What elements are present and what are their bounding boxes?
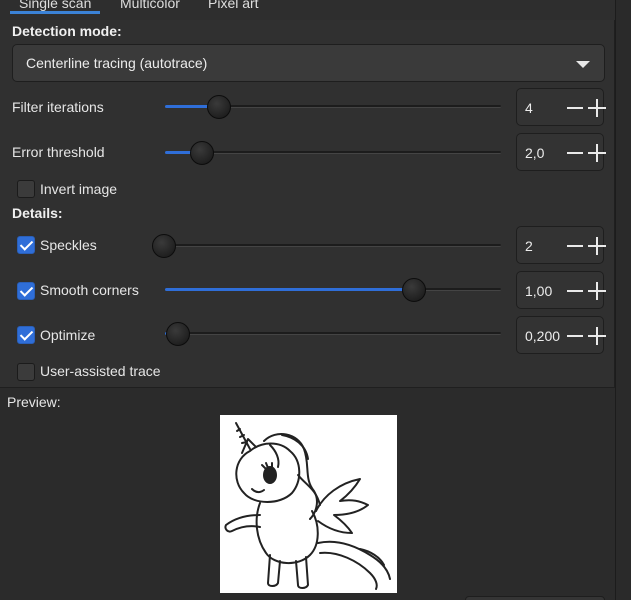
optimize-checkbox[interactable] — [17, 326, 35, 344]
slider-thumb[interactable] — [190, 141, 214, 165]
plus-icon[interactable] — [588, 144, 606, 162]
smooth-corners-slider[interactable] — [165, 278, 501, 302]
smooth-corners-label: Smooth corners — [40, 282, 139, 298]
error-threshold-value[interactable]: 2,0 — [525, 145, 544, 161]
speckles-checkbox[interactable] — [17, 236, 35, 254]
error-threshold-spinbox[interactable]: 2,0 — [516, 133, 606, 171]
optimize-label: Optimize — [40, 327, 96, 343]
chevron-down-icon — [576, 61, 590, 68]
slider-fill — [165, 288, 414, 291]
slider-track — [164, 244, 501, 247]
slider-track — [165, 332, 501, 335]
filter-iterations-slider[interactable] — [165, 95, 501, 119]
tab-multicolor[interactable]: Multicolor — [120, 0, 180, 13]
invert-image-label: Invert image — [40, 181, 118, 197]
filter-iterations-spinbox[interactable]: 4 — [516, 88, 606, 126]
optimize-spinbox[interactable]: 0,200 — [516, 316, 606, 354]
user-assisted-trace-label: User-assisted trace — [40, 363, 161, 379]
minus-icon[interactable] — [567, 245, 583, 247]
slider-thumb[interactable] — [166, 322, 190, 346]
detection-mode-value: Centerline tracing (autotrace) — [26, 55, 208, 71]
minus-icon[interactable] — [567, 290, 583, 292]
slider-thumb[interactable] — [207, 95, 231, 119]
preview-image — [220, 415, 397, 593]
panel-edge — [615, 0, 631, 600]
plus-icon[interactable] — [588, 327, 606, 345]
plus-icon[interactable] — [588, 237, 606, 255]
error-threshold-slider[interactable] — [165, 141, 501, 165]
smooth-corners-checkbox[interactable] — [17, 282, 35, 300]
smooth-corners-spinbox[interactable]: 1,00 — [516, 271, 606, 309]
bottom-button[interactable] — [465, 596, 605, 600]
error-threshold-label: Error threshold — [12, 144, 105, 160]
minus-icon[interactable] — [567, 152, 583, 154]
speckles-label: Speckles — [40, 237, 97, 253]
plus-icon[interactable] — [588, 282, 606, 300]
details-label: Details: — [12, 205, 63, 221]
slider-track — [165, 151, 501, 154]
slider-thumb[interactable] — [152, 234, 176, 258]
detection-mode-dropdown[interactable]: Centerline tracing (autotrace) — [12, 44, 605, 82]
tab-bar: Single scan Multicolor Pixel art — [0, 0, 631, 20]
slider-thumb[interactable] — [402, 278, 426, 302]
detection-mode-label: Detection mode: — [12, 23, 122, 39]
unicorn-illustration — [224, 422, 391, 590]
tab-single-scan[interactable]: Single scan — [9, 0, 101, 14]
preview-label: Preview: — [7, 394, 61, 410]
tab-pixel-art[interactable]: Pixel art — [208, 0, 259, 13]
filter-iterations-label: Filter iterations — [12, 99, 104, 115]
user-assisted-trace-checkbox[interactable] — [17, 363, 35, 381]
speckles-slider[interactable] — [152, 234, 501, 258]
plus-icon[interactable] — [588, 99, 606, 117]
minus-icon[interactable] — [567, 107, 583, 109]
smooth-corners-value[interactable]: 1,00 — [525, 283, 552, 299]
speckles-spinbox[interactable]: 2 — [516, 226, 606, 264]
optimize-value[interactable]: 0,200 — [525, 328, 560, 344]
minus-icon[interactable] — [567, 335, 583, 337]
optimize-slider[interactable] — [165, 322, 501, 346]
filter-iterations-value[interactable]: 4 — [525, 100, 533, 116]
speckles-value[interactable]: 2 — [525, 238, 533, 254]
invert-image-checkbox[interactable] — [17, 180, 35, 198]
